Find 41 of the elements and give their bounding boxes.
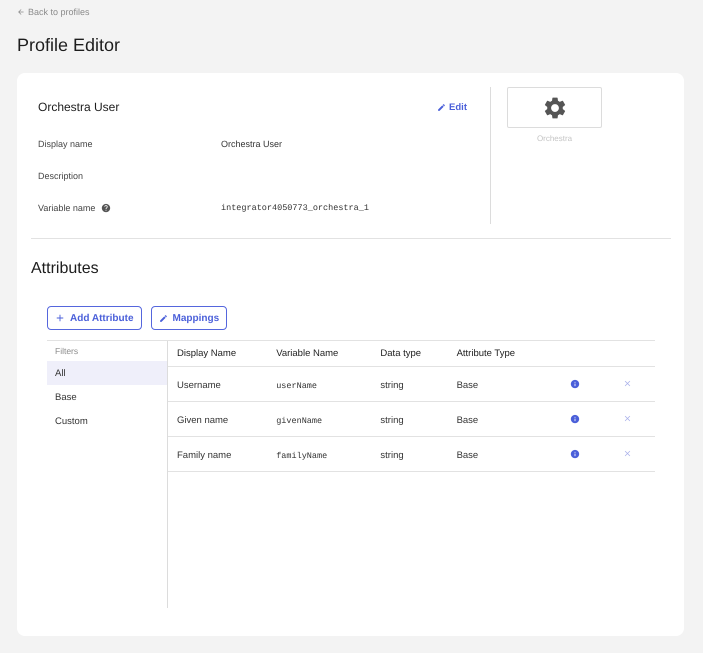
filter-item[interactable]: Base bbox=[47, 385, 167, 409]
column-header: Data type bbox=[371, 341, 448, 366]
table-cell: Base bbox=[456, 414, 478, 426]
table-cell: string bbox=[380, 380, 404, 390]
table-cell: string bbox=[380, 414, 404, 426]
info-icon[interactable] bbox=[570, 378, 580, 388]
table-cell: Username bbox=[177, 380, 221, 390]
table-cell: Given name bbox=[177, 414, 228, 426]
column-header: Variable Name bbox=[267, 341, 372, 366]
table-cell: familyName bbox=[276, 450, 328, 460]
pencil-icon bbox=[158, 314, 168, 322]
image-caption: Orchestra bbox=[536, 134, 572, 143]
field-value: Orchestra User bbox=[221, 139, 282, 149]
table-cell: givenName bbox=[276, 416, 322, 426]
filters-heading: Filters bbox=[54, 345, 80, 358]
mappings-button[interactable]: Mappings bbox=[150, 306, 228, 330]
column-header: Attribute Type bbox=[448, 341, 550, 366]
section-title: Attributes bbox=[31, 259, 99, 279]
field-value: integrator4050773_orchestra_1 bbox=[221, 203, 369, 213]
table-cell: Family name bbox=[177, 450, 232, 460]
arrow-left-icon bbox=[17, 8, 25, 16]
filter-item[interactable]: Custom bbox=[47, 409, 167, 433]
field-label: Display name bbox=[38, 139, 93, 149]
table-cell: userName bbox=[276, 380, 318, 390]
field-label: Variable name bbox=[38, 203, 96, 213]
help-icon[interactable] bbox=[101, 203, 112, 213]
profile-name: Orchestra User bbox=[38, 100, 120, 114]
table-cell: Base bbox=[456, 380, 478, 390]
plus-icon bbox=[55, 313, 65, 323]
table-cell: string bbox=[380, 450, 404, 460]
info-icon[interactable] bbox=[570, 414, 580, 424]
edit-link[interactable]: Edit bbox=[437, 102, 467, 112]
pencil-icon bbox=[437, 102, 446, 112]
page-title: Profile Editor bbox=[17, 34, 120, 56]
info-icon[interactable] bbox=[570, 448, 580, 458]
column-header: Display Name bbox=[168, 341, 268, 366]
add-attribute-button[interactable]: Add Attribute bbox=[47, 306, 142, 330]
field-label: Description bbox=[38, 171, 84, 181]
filter-item[interactable]: All bbox=[47, 361, 167, 385]
table-cell: Base bbox=[456, 450, 478, 460]
back-link[interactable]: Back to profiles bbox=[17, 6, 90, 18]
